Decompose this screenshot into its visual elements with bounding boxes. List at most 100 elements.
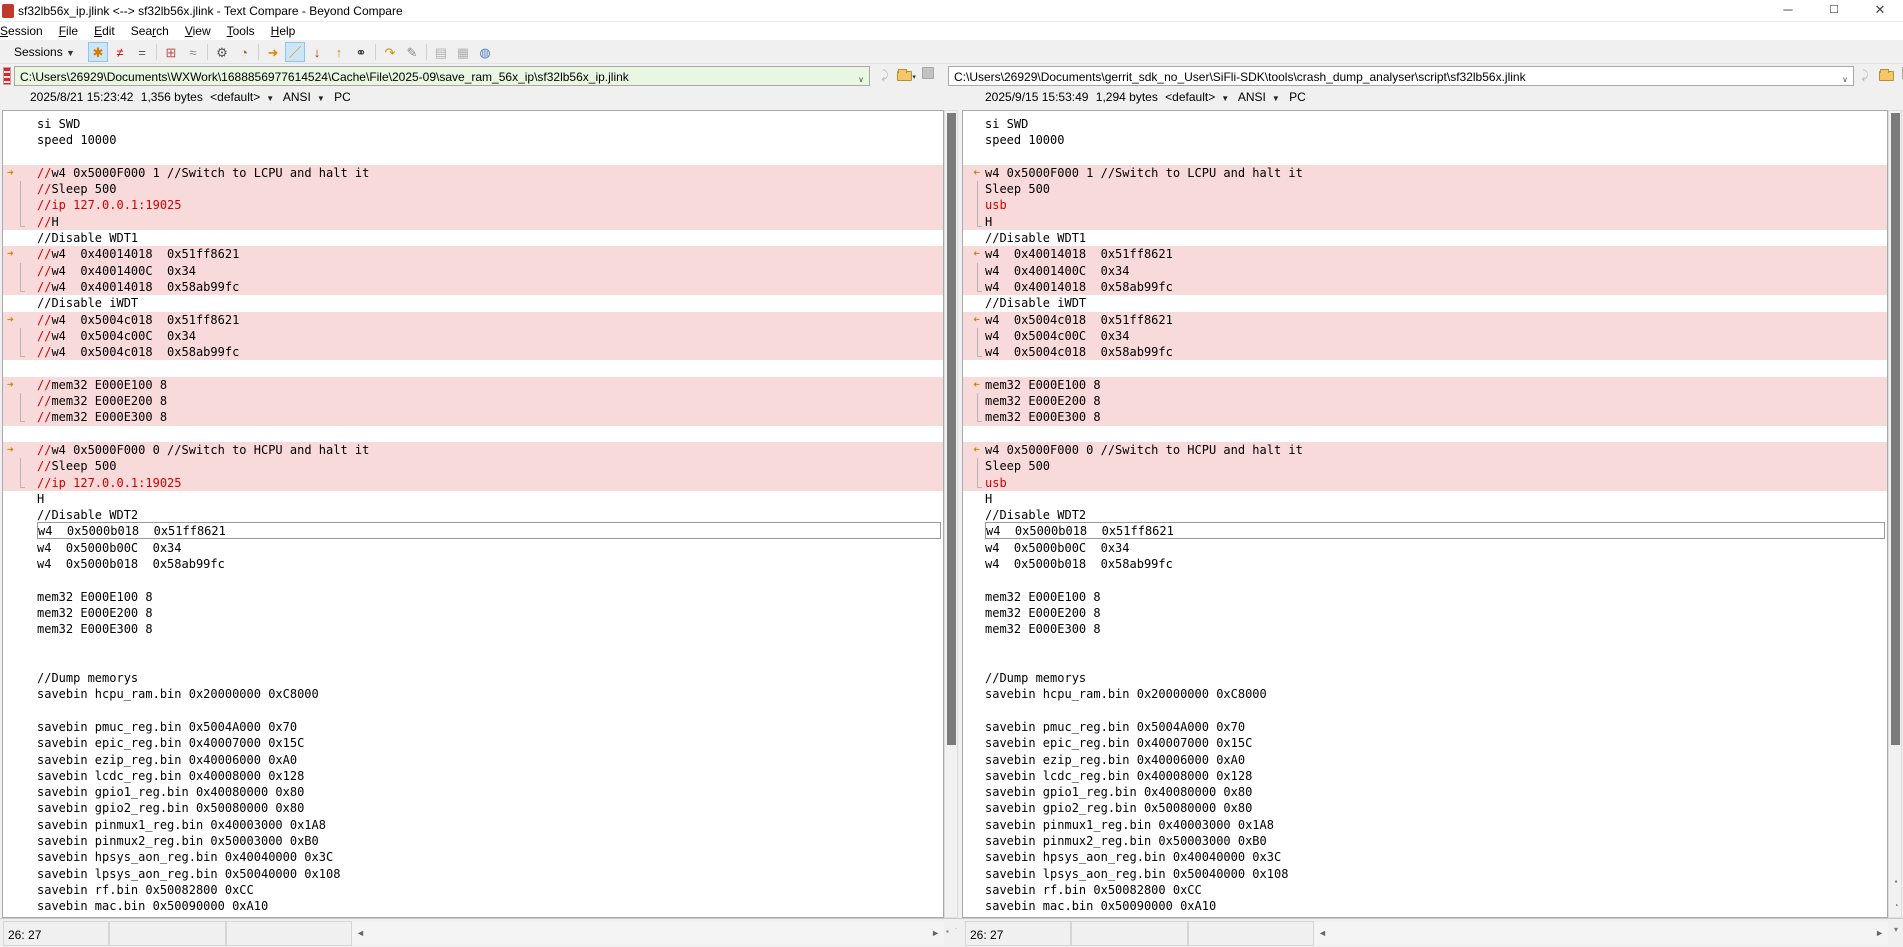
code-line[interactable]: w4 0x5000b018 0x51ff8621: [3, 523, 943, 539]
diff-section-arrow-icon[interactable]: ➜: [966, 444, 980, 457]
previous-difference-icon[interactable]: ↑: [329, 42, 349, 62]
menu-edit[interactable]: Edit: [86, 22, 123, 40]
code-line[interactable]: mem32 E000E200 8: [963, 393, 1887, 409]
diff-section-arrow-icon[interactable]: ➜: [7, 167, 21, 180]
diff-section-arrow-icon[interactable]: ➜: [966, 248, 980, 261]
code-line[interactable]: si SWD: [3, 116, 943, 132]
home-view-icon[interactable]: ◍: [475, 42, 495, 62]
left-scrollbar-thumb[interactable]: [947, 113, 956, 745]
close-button[interactable]: ✕: [1857, 0, 1903, 22]
code-line[interactable]: [3, 426, 943, 442]
code-line[interactable]: ➜w4 0x40014018 0x51ff8621: [963, 246, 1887, 262]
scroll-right-icon[interactable]: ►: [931, 928, 940, 938]
code-line[interactable]: savebin hpsys_aon_reg.bin 0x40040000 0x3…: [3, 849, 943, 865]
code-line[interactable]: [963, 654, 1887, 670]
chevron-down-icon[interactable]: ▼: [1270, 94, 1282, 103]
code-line[interactable]: savebin ezip_reg.bin 0x40006000 0xA0: [963, 752, 1887, 768]
menu-session[interactable]: Session: [0, 22, 51, 40]
diff-section-arrow-icon[interactable]: ➜: [7, 379, 21, 392]
code-line[interactable]: savebin lcdc_reg.bin 0x40008000 0x128: [963, 768, 1887, 784]
next-difference-icon[interactable]: ↓: [307, 42, 327, 62]
code-line[interactable]: mem32 E000E300 8: [963, 621, 1887, 637]
code-line[interactable]: Sleep 500: [963, 181, 1887, 197]
code-line[interactable]: //Sleep 500: [3, 458, 943, 474]
code-line[interactable]: H: [963, 214, 1887, 230]
pane-corner-buttons[interactable]: ▪◔▾: [1889, 870, 1903, 946]
corner-button[interactable]: ◔: [1889, 894, 1903, 918]
next-section-icon[interactable]: ➜: [263, 42, 283, 62]
code-line[interactable]: savebin hcpu_ram.bin 0x20000000 0xC8000: [3, 686, 943, 702]
code-line[interactable]: w4 0x4001400C 0x34: [963, 263, 1887, 279]
code-line[interactable]: [3, 703, 943, 719]
session-settings-icon[interactable]: ⚙: [212, 42, 232, 62]
code-line[interactable]: mem32 E000E200 8: [963, 605, 1887, 621]
copy-section-icon[interactable]: ↷: [380, 42, 400, 62]
diff-section-arrow-icon[interactable]: ➜: [966, 379, 980, 392]
touchup-icon[interactable]: ✎: [402, 42, 422, 62]
code-line[interactable]: usb: [963, 475, 1887, 491]
chevron-down-icon[interactable]: ▼: [264, 94, 276, 103]
right-vertical-scrollbar[interactable]: [1888, 110, 1902, 918]
diff-section-arrow-icon[interactable]: ➜: [966, 167, 980, 180]
reload-left-icon[interactable]: ⤸: [876, 67, 894, 85]
browse-right-folder-icon[interactable]: [1877, 67, 1895, 85]
code-line[interactable]: Sleep 500: [963, 458, 1887, 474]
code-line[interactable]: //w4 0x40014018 0x58ab99fc: [3, 279, 943, 295]
view-all-icon[interactable]: ✱: [88, 42, 108, 62]
minimize-button[interactable]: ─: [1765, 0, 1811, 22]
menu-search[interactable]: Search: [123, 22, 177, 40]
code-line[interactable]: //Disable WDT2: [963, 507, 1887, 523]
code-line[interactable]: H: [3, 491, 943, 507]
find-icon[interactable]: ⚭: [351, 42, 371, 62]
code-line[interactable]: mem32 E000E100 8: [3, 589, 943, 605]
view-differences-icon[interactable]: ≠: [110, 42, 130, 62]
code-line[interactable]: //w4 0x5004c00C 0x34: [3, 328, 943, 344]
sessions-menu-button[interactable]: Sessions ▼: [8, 42, 79, 62]
code-line[interactable]: [963, 572, 1887, 588]
code-line[interactable]: mem32 E000E300 8: [963, 409, 1887, 425]
left-path-input[interactable]: C:\Users\26929\Documents\WXWork\16888569…: [14, 66, 870, 86]
code-line[interactable]: ➜//w4 0x5000F000 0 //Switch to HCPU and …: [3, 442, 943, 458]
diff-section-arrow-icon[interactable]: ➜: [966, 314, 980, 327]
diff-section-arrow-icon[interactable]: ➜: [7, 248, 21, 261]
menu-tools[interactable]: Tools: [219, 22, 263, 40]
code-line[interactable]: savebin pmuc_reg.bin 0x5004A000 0x70: [3, 719, 943, 735]
code-line[interactable]: //Dump memorys: [963, 670, 1887, 686]
left-format-dropdown[interactable]: <default>: [210, 90, 260, 104]
code-line[interactable]: savebin ezip_reg.bin 0x40006000 0xA0: [3, 752, 943, 768]
table-compare-icon[interactable]: ▦: [453, 42, 473, 62]
code-line[interactable]: savebin pinmux1_reg.bin 0x40003000 0x1A8: [3, 817, 943, 833]
chevron-down-icon[interactable]: ∨: [1842, 75, 1848, 84]
code-line[interactable]: //w4 0x5004c018 0x58ab99fc: [3, 344, 943, 360]
code-line[interactable]: ➜w4 0x5004c018 0x51ff8621: [963, 312, 1887, 328]
right-scrollbar-thumb[interactable]: [1891, 113, 1900, 745]
code-line[interactable]: //Disable WDT2: [3, 507, 943, 523]
right-horizontal-scrollbar[interactable]: ◄ ►: [1314, 922, 1888, 945]
code-line[interactable]: w4 0x5000b018 0x51ff8621: [963, 523, 1887, 539]
scroll-left-icon[interactable]: ◄: [1318, 928, 1327, 938]
code-line[interactable]: //Disable iWDT: [963, 295, 1887, 311]
save-right-icon[interactable]: [1899, 67, 1903, 85]
chevron-down-icon[interactable]: ▼: [1219, 94, 1231, 103]
code-line[interactable]: H: [963, 491, 1887, 507]
menu-file[interactable]: File: [51, 22, 86, 40]
left-horizontal-scrollbar[interactable]: ◄ ►: [352, 922, 944, 945]
code-line[interactable]: savebin epic_reg.bin 0x40007000 0x15C: [963, 735, 1887, 751]
code-line[interactable]: //Sleep 500: [3, 181, 943, 197]
code-line[interactable]: savebin pinmux1_reg.bin 0x40003000 0x1A8: [963, 817, 1887, 833]
code-line[interactable]: [963, 426, 1887, 442]
code-line[interactable]: savebin rf.bin 0x50082800 0xCC: [963, 882, 1887, 898]
code-line[interactable]: //w4 0x4001400C 0x34: [3, 263, 943, 279]
code-line[interactable]: savebin gpio1_reg.bin 0x40080000 0x80: [963, 784, 1887, 800]
code-line[interactable]: mem32 E000E100 8: [963, 589, 1887, 605]
code-line[interactable]: mem32 E000E200 8: [3, 605, 943, 621]
menu-help[interactable]: Help: [263, 22, 304, 40]
code-line[interactable]: savebin rf.bin 0x50082800 0xCC: [3, 882, 943, 898]
code-line[interactable]: //Disable iWDT: [3, 295, 943, 311]
open-session-icon[interactable]: ◖: [0, 42, 6, 62]
right-path-input[interactable]: C:\Users\26929\Documents\gerrit_sdk_no_U…: [948, 66, 1854, 86]
reload-right-icon[interactable]: ⤸: [1856, 67, 1874, 85]
menu-view[interactable]: View: [177, 22, 219, 40]
code-line[interactable]: [963, 703, 1887, 719]
code-line[interactable]: ➜//w4 0x5004c018 0x51ff8621: [3, 312, 943, 328]
